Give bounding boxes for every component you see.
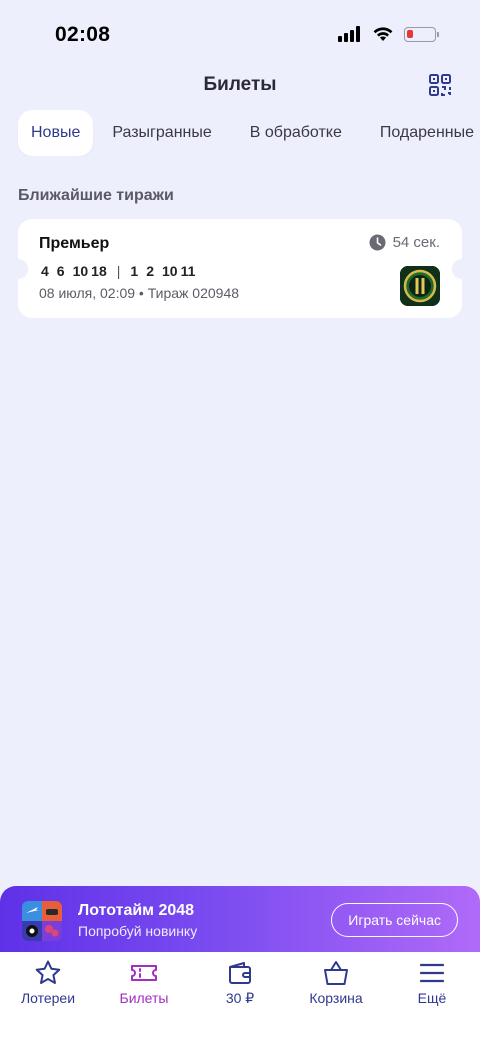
tab-processing[interactable]: В обработке xyxy=(231,110,361,156)
nav-label: Ещё xyxy=(417,990,447,1006)
tab-new[interactable]: Новые xyxy=(18,110,94,156)
ticket-number: 10 xyxy=(161,263,178,279)
promo-banner[interactable]: Лототайм 2048 Попробуй новинку Играть се… xyxy=(0,886,480,956)
nav-label: 30 ₽ xyxy=(225,990,255,1006)
clock-icon xyxy=(369,234,386,251)
ticket-number: 10 xyxy=(72,263,89,279)
nav-label: Билеты xyxy=(119,990,169,1006)
nav-label: Лотереи xyxy=(20,990,76,1006)
nav-label: Корзина xyxy=(309,990,363,1006)
battery-icon xyxy=(404,26,439,42)
numbers-separator: | xyxy=(116,263,121,279)
ticket-notch-right xyxy=(452,259,472,279)
tab-gifted[interactable]: Подаренные xyxy=(361,110,480,156)
lototime-game-icon xyxy=(22,901,62,941)
nav-lotteries[interactable]: Лотереи xyxy=(0,952,96,1043)
qr-code-button[interactable] xyxy=(428,73,452,97)
qr-code-icon xyxy=(429,74,451,96)
nav-tickets[interactable]: Билеты xyxy=(96,952,192,1043)
tab-drawn[interactable]: Разыгранные xyxy=(93,110,230,156)
ticket-number: 11 xyxy=(180,263,196,279)
status-bar: 02:08 xyxy=(0,0,480,70)
promo-title: Лототайм 2048 xyxy=(78,902,195,919)
ticket-number: 18 xyxy=(91,263,107,279)
nav-wallet[interactable]: 30 ₽ xyxy=(192,952,288,1043)
ticket-timer: 54 сек. xyxy=(369,234,440,251)
ticket-numbers: 4 6 10 18 | 1 2 10 11 xyxy=(41,263,195,279)
ticket-card[interactable]: Премьер 54 сек. 4 6 10 18 | 1 2 10 11 08… xyxy=(8,219,472,318)
ticket-lottery-name: Премьер xyxy=(39,235,110,252)
page-title: Билеты xyxy=(203,74,277,95)
draw-info: 08 июля, 02:09 • Тираж 020948 xyxy=(39,285,240,301)
ticket-icon xyxy=(131,965,157,981)
ticket-number: 2 xyxy=(146,263,154,279)
play-now-button[interactable]: Играть сейчас xyxy=(331,903,458,937)
section-title: Ближайшие тиражи xyxy=(18,187,174,204)
timer-text: 54 сек. xyxy=(392,234,440,251)
ticket-number: 1 xyxy=(130,263,139,279)
status-icons xyxy=(338,26,439,42)
premier-logo-icon xyxy=(400,266,440,306)
nav-more[interactable]: Ещё xyxy=(384,952,480,1043)
ticket-notch-left xyxy=(8,259,28,279)
ticket-tabs: Новые Разыгранные В обработке Подаренные xyxy=(0,110,480,156)
basket-icon xyxy=(324,961,348,985)
wallet-icon xyxy=(229,962,251,984)
star-icon xyxy=(35,960,61,984)
bottom-navigation: Лотереи Билеты 30 ₽ Корзина Ещё xyxy=(0,952,480,1043)
ticket-number: 6 xyxy=(56,263,65,279)
nav-basket[interactable]: Корзина xyxy=(288,952,384,1043)
promo-subtitle: Попробуй новинку xyxy=(78,923,198,939)
signal-icon xyxy=(338,26,360,42)
ticket-number: 4 xyxy=(41,263,49,279)
header: Билеты xyxy=(0,66,480,106)
status-time: 02:08 xyxy=(55,23,111,46)
wifi-icon xyxy=(373,27,393,41)
menu-icon xyxy=(419,963,445,983)
